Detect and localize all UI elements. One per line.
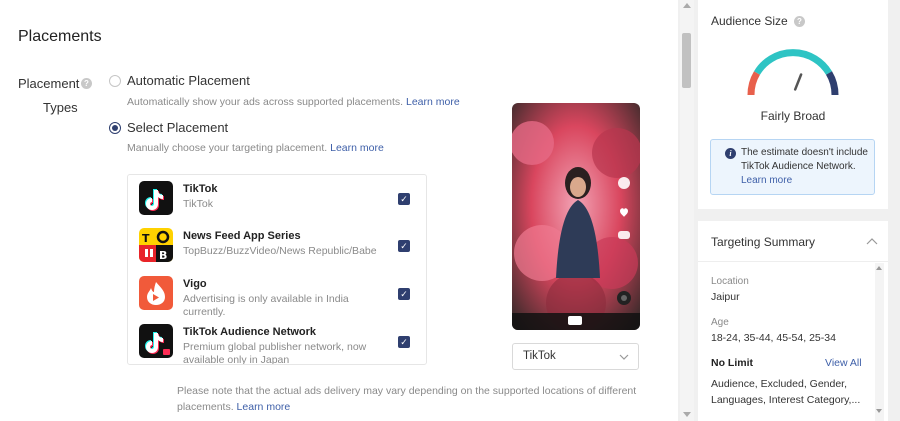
placement-item-news-feed[interactable]: T B News Feed App Series TopBuzz/BuzzVid… — [128, 222, 426, 270]
automatic-learn-more-link[interactable]: Learn more — [406, 96, 460, 108]
audience-gauge — [747, 49, 839, 96]
audience-info-message: The estimate doesn't include TikTok Audi… — [741, 147, 868, 172]
select-placement-description: Manually choose your targeting placement… — [127, 142, 384, 154]
page-title: Placements — [18, 28, 102, 45]
placement-description: TopBuzz/BuzzVideo/News Republic/Babe — [183, 245, 377, 257]
news-feed-logo-icon: T B — [139, 228, 173, 262]
audience-size-card: Audience Size ? Fairly Broad i The estim… — [698, 0, 888, 209]
placement-types-label: Placement — [18, 76, 80, 91]
placement-list: TikTok TikTok ✓ T B News Feed App Series… — [127, 174, 427, 365]
placement-checkbox-tiktok[interactable]: ✓ — [398, 193, 410, 205]
placement-types-label-line2: Types — [43, 100, 78, 115]
tiktok-audience-network-logo-icon — [139, 324, 173, 358]
scroll-up-arrow-icon[interactable] — [876, 266, 882, 270]
automatic-placement-label[interactable]: Automatic Placement — [127, 73, 250, 88]
chevron-down-icon — [619, 354, 629, 360]
placement-name: TikTok — [183, 183, 218, 195]
svg-text:B: B — [159, 249, 167, 262]
placement-item-tiktok[interactable]: TikTok TikTok ✓ — [128, 175, 426, 223]
ad-preview-image — [512, 103, 640, 330]
select-placement-radio[interactable] — [109, 122, 121, 134]
select-placement-label[interactable]: Select Placement — [127, 120, 228, 135]
preview-placement-select[interactable]: TikTok — [512, 343, 639, 370]
audience-size-title: Audience Size — [711, 14, 788, 28]
scroll-down-arrow-icon[interactable] — [876, 409, 882, 413]
note-learn-more-link[interactable]: Learn more — [237, 401, 291, 413]
audience-info-text: The estimate doesn't include TikTok Audi… — [741, 146, 869, 188]
placement-description: Premium global publisher network, now av… — [183, 341, 367, 365]
help-icon[interactable]: ? — [794, 16, 805, 27]
placement-description: TikTok — [183, 198, 213, 210]
vigo-logo-icon — [139, 276, 173, 310]
gauge-needle — [793, 73, 803, 91]
audience-breadth: Fairly Broad — [760, 109, 826, 123]
scroll-down-arrow-icon[interactable] — [683, 412, 691, 417]
location-label: Location — [711, 276, 749, 287]
placement-item-vigo[interactable]: Vigo Advertising is only available in In… — [128, 270, 426, 318]
placement-checkbox-vigo[interactable]: ✓ — [398, 288, 410, 300]
no-limit-label: No Limit — [711, 357, 753, 369]
placements-panel: Placements Placement ? Types Automatic P… — [0, 0, 678, 421]
scroll-up-arrow-icon[interactable] — [683, 3, 691, 8]
placement-item-tiktok-audience-network[interactable]: TikTok Audience Network Premium global p… — [128, 318, 426, 365]
tiktok-logo-icon — [139, 181, 173, 215]
targeting-summary-title: Targeting Summary — [711, 235, 816, 249]
audience-info-box: i The estimate doesn't include TikTok Au… — [710, 139, 875, 195]
placement-checkbox-tiktok-audience-network[interactable]: ✓ — [398, 336, 410, 348]
placement-name: News Feed App Series — [183, 230, 301, 242]
placement-description: Advertising is only available in India c… — [183, 293, 349, 318]
audience-learn-more-link[interactable]: Learn more — [741, 175, 792, 186]
svg-text:T: T — [142, 232, 150, 245]
automatic-placement-description: Automatically show your ads across suppo… — [127, 96, 460, 108]
delivery-note: Please note that the actual ads delivery… — [177, 383, 647, 415]
location-value: Jaipur — [711, 291, 740, 303]
main-scrollbar[interactable] — [680, 0, 694, 421]
placement-name: TikTok Audience Network — [183, 326, 317, 338]
view-all-link[interactable]: View All — [825, 357, 862, 369]
summary-scrollbar[interactable] — [875, 263, 884, 421]
info-icon: i — [725, 148, 736, 159]
age-value: 18-24, 35-44, 45-54, 25-34 — [711, 332, 836, 344]
scroll-thumb[interactable] — [682, 33, 691, 88]
divider — [698, 261, 888, 262]
select-placement-description-text: Manually choose your targeting placement… — [127, 142, 328, 154]
preview-select-value: TikTok — [523, 350, 556, 362]
automatic-placement-radio[interactable] — [109, 75, 121, 87]
targeting-summary-card: Targeting Summary Location Jaipur Age 18… — [698, 221, 888, 421]
help-icon[interactable]: ? — [81, 78, 92, 89]
select-learn-more-link[interactable]: Learn more — [330, 142, 384, 154]
age-label: Age — [711, 317, 729, 328]
placement-name: Vigo — [183, 278, 207, 290]
automatic-placement-description-text: Automatically show your ads across suppo… — [127, 96, 404, 108]
placement-checkbox-news-feed[interactable]: ✓ — [398, 240, 410, 252]
chevron-up-icon[interactable] — [866, 237, 878, 245]
no-limit-value: Audience, Excluded, Gender, Languages, I… — [711, 378, 861, 406]
